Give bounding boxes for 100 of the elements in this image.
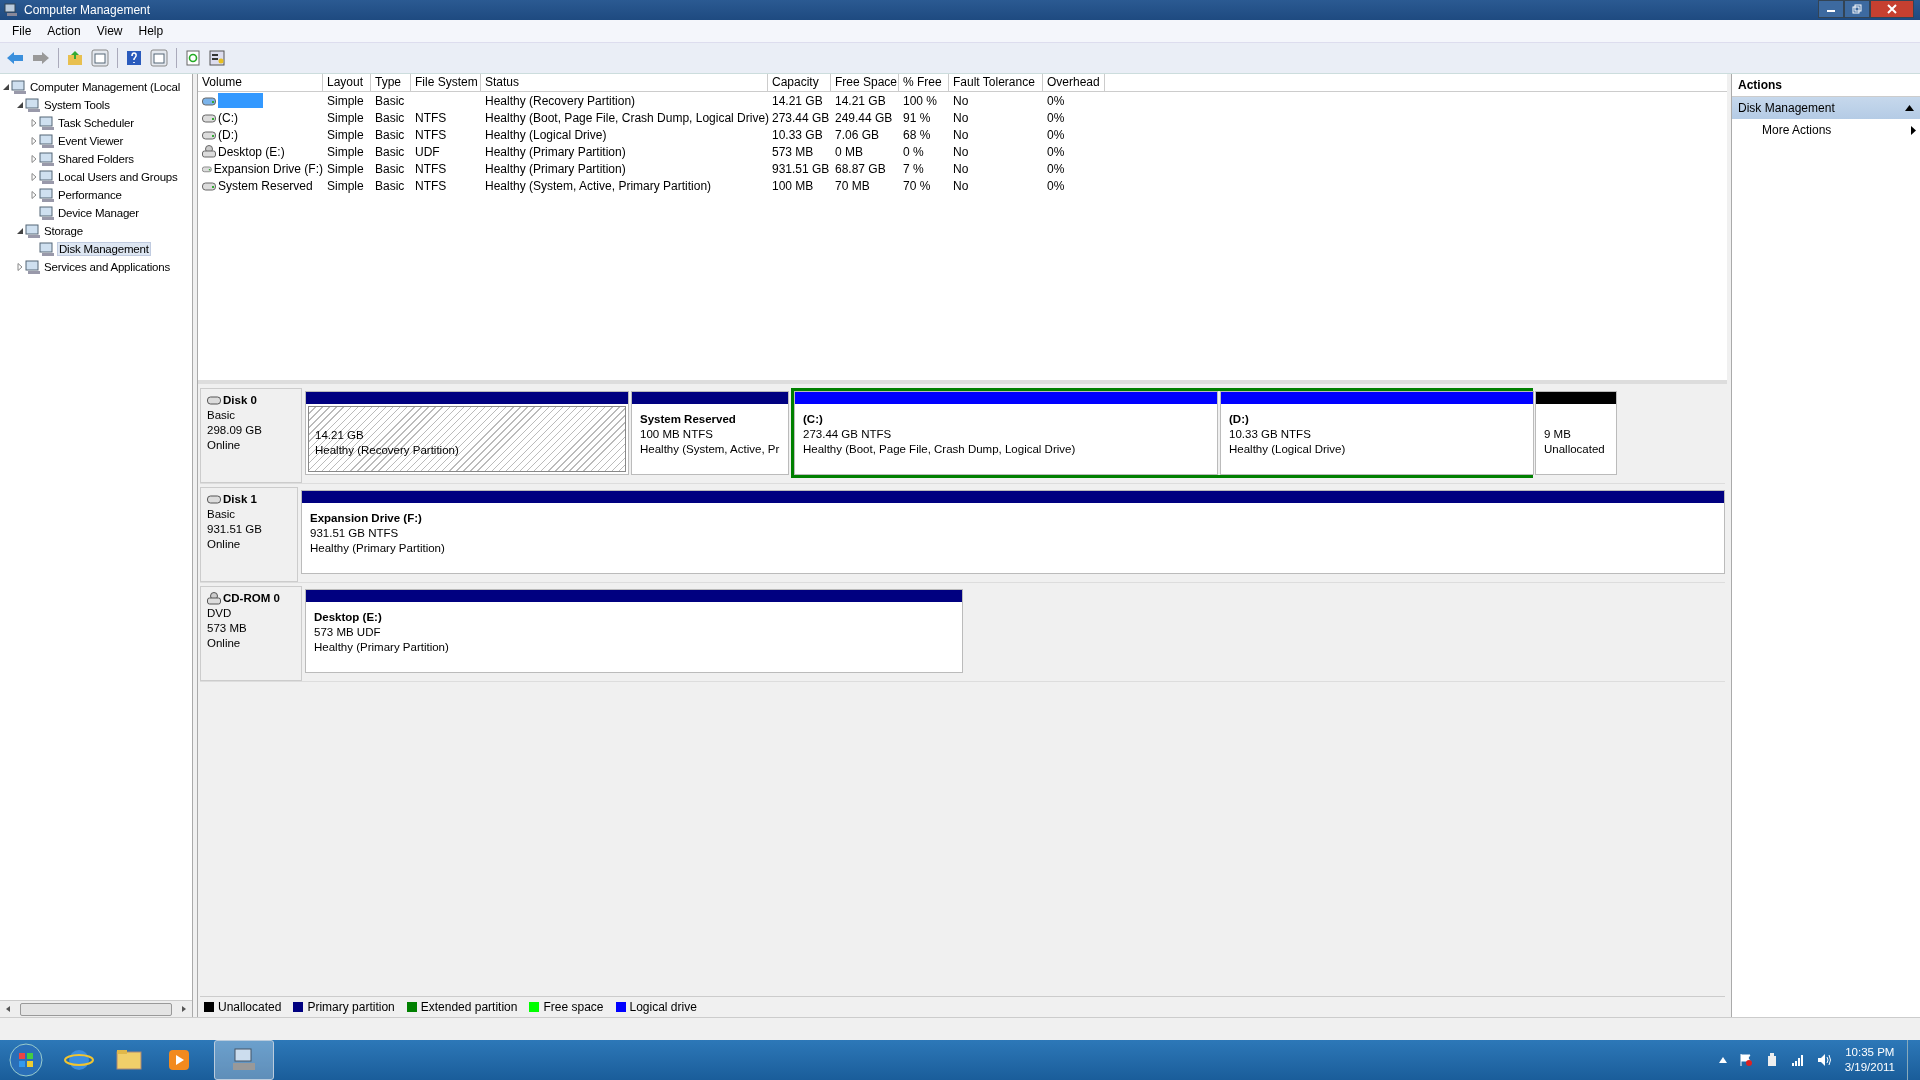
collapsed-triangle-icon[interactable] <box>29 155 38 163</box>
partition-name: (C:) <box>803 412 824 427</box>
collapsed-triangle-icon[interactable] <box>29 137 38 145</box>
partition-size: 273.44 GB NTFS <box>803 427 893 442</box>
menu-item[interactable]: View <box>88 24 131 38</box>
menu-item[interactable]: File <box>4 24 40 38</box>
scroll-left-icon[interactable] <box>4 1005 12 1013</box>
table-cell: 14.21 GB <box>835 93 886 108</box>
disk-label-panel[interactable]: CD-ROM 0 DVD 573 MB Online <box>200 586 302 681</box>
column-header[interactable]: Layout <box>323 74 371 91</box>
legend-label: Logical drive <box>629 1000 697 1014</box>
menu-item[interactable]: Action <box>39 24 89 38</box>
horizontal-scrollbar[interactable] <box>0 1000 192 1017</box>
console-node-icon <box>25 223 41 239</box>
back-arrow-icon[interactable] <box>6 51 24 65</box>
table-cell: 249.44 GB <box>835 110 893 125</box>
table-cell: 273.44 GB <box>772 110 830 125</box>
pane-toggle-icon[interactable] <box>150 49 168 67</box>
drive-icon <box>207 495 221 504</box>
column-header[interactable]: Free Space <box>831 74 899 91</box>
tree-item[interactable]: Computer Management (Local <box>29 81 182 93</box>
collapse-triangle-icon[interactable] <box>1905 105 1914 111</box>
expanded-triangle-icon[interactable] <box>1 83 10 91</box>
tree-item[interactable]: Local Users and Groups <box>57 171 179 183</box>
collapsed-triangle-icon[interactable] <box>29 191 38 199</box>
column-header[interactable]: % Free <box>899 74 949 91</box>
drive-icon <box>207 396 221 405</box>
clock[interactable]: 10:35 PM 3/19/2011 <box>1844 1045 1895 1075</box>
column-header[interactable]: Type <box>371 74 411 91</box>
partition-status: Healthy (System, Active, Pr <box>640 442 780 457</box>
console-node-icon <box>11 79 27 95</box>
column-header[interactable]: Capacity <box>768 74 831 91</box>
menu-item[interactable]: Help <box>130 24 172 38</box>
partition-block[interactable]: 14.21 GB Healthy (Recovery Partition) <box>305 391 629 475</box>
tree-item[interactable]: Device Manager <box>57 207 140 219</box>
disk-label-panel[interactable]: Disk 1 Basic 931.51 GB Online <box>200 487 298 582</box>
table-cell: NTFS <box>415 161 447 176</box>
expanded-triangle-icon[interactable] <box>15 227 24 235</box>
partition-block[interactable]: System Reserved 100 MB NTFS Healthy (System, Active, Pr <box>631 391 789 475</box>
partition-block[interactable]: (C:) 273.44 GB NTFS Healthy (Boot, Page File, Crash Dump, Logical Drive) <box>794 391 1218 475</box>
forward-arrow-icon[interactable] <box>32 51 50 65</box>
table-cell: Expansion Drive (F:) <box>213 161 323 176</box>
close-button[interactable] <box>1870 0 1914 18</box>
partition-size: 100 MB NTFS <box>640 427 714 442</box>
table-cell: 91 % <box>903 110 931 125</box>
column-header[interactable]: File System <box>411 74 481 91</box>
tree-item[interactable]: Disk Management <box>57 242 151 256</box>
expanded-triangle-icon[interactable] <box>15 101 24 109</box>
extended-partition[interactable]: (C:) 273.44 GB NTFS Healthy (Boot, Page File, Crash Dump, Logical Drive) (D:) 10.33 GB NTFS Healthy (Logical Drive) <box>791 388 1533 478</box>
column-header[interactable]: Fault Tolerance <box>949 74 1043 91</box>
partition-block[interactable]: 9 MB Unallocated <box>1535 391 1617 475</box>
pane-toggle-icon[interactable] <box>91 49 109 67</box>
collapsed-triangle-icon[interactable] <box>15 263 24 271</box>
scroll-right-icon[interactable] <box>180 1005 188 1013</box>
table-cell: No <box>953 161 969 176</box>
actions-section-header[interactable]: Disk Management <box>1732 97 1920 119</box>
properties-icon[interactable] <box>209 50 225 66</box>
disk-name: Disk 0 <box>223 393 257 408</box>
disk-name: Disk 1 <box>223 492 257 507</box>
column-header[interactable]: Volume <box>198 74 323 91</box>
table-cell: 0 % <box>903 144 924 159</box>
table-cell: No <box>953 178 969 193</box>
table-cell: No <box>953 144 969 159</box>
partition-block[interactable]: Expansion Drive (F:) 931.51 GB NTFS Healthy (Primary Partition) <box>301 490 1725 574</box>
table-cell: NTFS <box>415 110 447 125</box>
refresh-icon[interactable] <box>185 50 201 66</box>
tree-item[interactable]: Services and Applications <box>43 261 172 273</box>
minimize-button[interactable] <box>1818 0 1844 18</box>
tree-item[interactable]: Shared Folders <box>57 153 135 165</box>
table-cell: 0 MB <box>835 144 863 159</box>
collapsed-triangle-icon[interactable] <box>29 173 38 181</box>
start-orb-icon[interactable] <box>8 1042 44 1078</box>
table-cell: Simple <box>327 93 364 108</box>
table-cell: Simple <box>327 127 364 142</box>
partition-block[interactable]: Desktop (E:) 573 MB UDF Healthy (Primary Partition) <box>305 589 963 673</box>
partition-status: Healthy (Boot, Page File, Crash Dump, Logical Drive) <box>803 442 1077 457</box>
signal-bars-icon[interactable] <box>1790 1053 1805 1067</box>
speaker-icon[interactable] <box>1816 1053 1833 1067</box>
column-header[interactable]: Status <box>481 74 768 91</box>
tree-item[interactable]: Performance <box>57 189 123 201</box>
partition-block[interactable]: (D:) 10.33 GB NTFS Healthy (Logical Drive) <box>1220 391 1534 475</box>
folder-up-icon[interactable] <box>67 50 83 66</box>
column-header[interactable]: Overhead <box>1043 74 1105 91</box>
taskbar-app-button[interactable] <box>214 1040 274 1080</box>
disk-label-panel[interactable]: Disk 0 Basic 298.09 GB Online <box>200 388 302 483</box>
tree-item[interactable]: Event Viewer <box>57 135 125 147</box>
table-cell: Basic <box>375 110 405 125</box>
tree-item[interactable]: System Tools <box>43 99 111 111</box>
console-node-icon <box>39 115 55 131</box>
table-cell: Healthy (Primary Partition) <box>485 144 626 159</box>
help-icon[interactable] <box>126 50 142 66</box>
show-hidden-icons-icon[interactable] <box>1718 1057 1727 1063</box>
flag-icon[interactable] <box>1738 1053 1753 1067</box>
tree-item[interactable]: Task Scheduler <box>57 117 135 129</box>
restore-button[interactable] <box>1844 0 1870 18</box>
partition-name: Desktop (E:) <box>314 610 383 625</box>
drive-icon <box>202 180 216 191</box>
collapsed-triangle-icon[interactable] <box>29 119 38 127</box>
action-link[interactable]: More Actions <box>1762 123 1832 137</box>
tree-item[interactable]: Storage <box>43 225 84 237</box>
